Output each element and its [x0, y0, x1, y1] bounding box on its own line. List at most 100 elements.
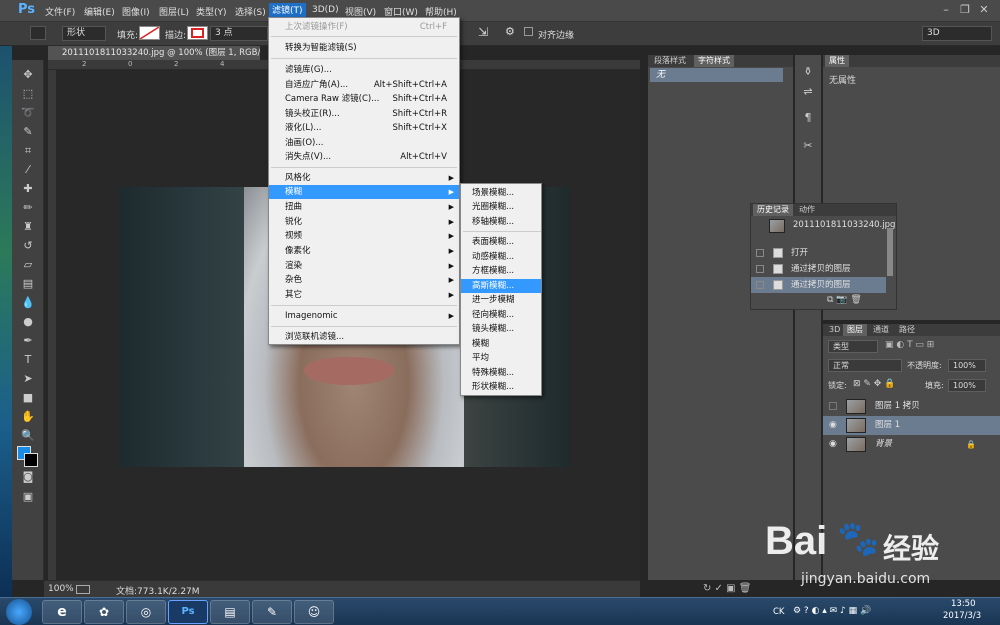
- tab-channels[interactable]: 通道: [869, 324, 893, 336]
- fill-swatch[interactable]: [139, 26, 160, 40]
- layer-row[interactable]: ◉ 背景 🔒: [823, 435, 1000, 454]
- fill-field[interactable]: 100%: [948, 379, 986, 392]
- menu-item-blur-more[interactable]: 进一步模糊: [461, 293, 541, 307]
- healing-brush-tool-icon[interactable]: ✚: [21, 182, 35, 196]
- menu-item-lens-correction[interactable]: 镜头校正(R)... Shift+Ctrl+R: [269, 107, 459, 121]
- menu-item-blur[interactable]: 模糊: [461, 337, 541, 351]
- menu-item-convert-smart-filter[interactable]: 转换为智能滤镜(S): [269, 41, 459, 55]
- path-select-tool-icon[interactable]: ➤: [21, 372, 35, 386]
- lock-icons[interactable]: ⊠ ✎ ✥ 🔒: [853, 379, 895, 389]
- hand-tool-icon[interactable]: ✋: [21, 410, 35, 424]
- document-tab[interactable]: 20111018110332​40.jpg @ 100% (图层 1, RGB/…: [48, 46, 260, 60]
- clone-stamp-tool-icon[interactable]: ♜: [21, 220, 35, 234]
- layer-filter-select[interactable]: 类型: [828, 340, 878, 353]
- menu-item-distort[interactable]: 扭曲 ▶: [269, 200, 459, 214]
- tab-layers[interactable]: 图层: [843, 324, 867, 336]
- history-checkbox[interactable]: [756, 265, 764, 273]
- menu-item-pixelate[interactable]: 像素化 ▶: [269, 244, 459, 258]
- menu-item-sharpen[interactable]: 锐化 ▶: [269, 215, 459, 229]
- filter-icons[interactable]: ▣ ◐ T ▭ ⊞: [885, 340, 934, 350]
- history-item[interactable]: 通过拷贝的图层: [751, 277, 886, 293]
- layer-row[interactable]: ◉ 图层 1: [823, 416, 1000, 435]
- photoshop-taskbar-button[interactable]: Ps: [168, 600, 208, 624]
- menu-file[interactable]: 文件(F): [45, 5, 75, 18]
- zoom-level[interactable]: 100%: [48, 584, 74, 594]
- menu-item-box-blur[interactable]: 方框模糊...: [461, 264, 541, 278]
- pen-tool-icon[interactable]: ✒: [21, 334, 35, 348]
- menu-item-shape-blur[interactable]: 形状模糊...: [461, 380, 541, 394]
- menu-item-render[interactable]: 渲染 ▶: [269, 259, 459, 273]
- menu-item-field-blur[interactable]: 场景模糊...: [461, 186, 541, 200]
- clock-time[interactable]: 13:50: [951, 599, 976, 609]
- shape-mode-select[interactable]: 形状: [62, 26, 106, 41]
- menu-item-tilt-shift[interactable]: 移轴模糊...: [461, 215, 541, 229]
- app-icon[interactable]: ✿: [84, 600, 124, 624]
- gradient-tool-icon[interactable]: ▤: [21, 277, 35, 291]
- app-icon[interactable]: ✎: [252, 600, 292, 624]
- workspace-select[interactable]: 3D: [922, 26, 992, 41]
- brush-preset-icon[interactable]: ⚱: [801, 65, 815, 79]
- paragraph-icon[interactable]: ¶: [801, 111, 815, 125]
- screen-mode-icon[interactable]: ▣: [21, 490, 35, 504]
- menu-item-stylize[interactable]: 风格化 ▶: [269, 171, 459, 185]
- tray-icons[interactable]: ⚙ ? ◐ ▴ ✉ ♪ ▦ 🔊: [793, 606, 871, 616]
- menu-edit[interactable]: 编辑(E): [84, 5, 115, 18]
- selected-style[interactable]: 无: [650, 68, 783, 82]
- crop-tool-icon[interactable]: ⌗: [21, 144, 35, 158]
- menu-item-oil-paint[interactable]: 油画(O)...: [269, 136, 459, 150]
- tab-properties[interactable]: 属性: [825, 55, 849, 67]
- menu-item-imagenomic[interactable]: Imagenomic ▶: [269, 309, 459, 323]
- tools-icon[interactable]: ✂: [801, 139, 815, 153]
- marquee-tool-icon[interactable]: ⬚: [21, 87, 35, 101]
- tab-history[interactable]: 历史记录: [753, 204, 793, 216]
- brush-tool-icon[interactable]: ✏: [21, 201, 35, 215]
- menu-select[interactable]: 选择(S): [235, 5, 266, 18]
- menu-item-vanishing-point[interactable]: 消失点(V)... Alt+Ctrl+V: [269, 150, 459, 164]
- menu-type[interactable]: 类型(Y): [196, 5, 227, 18]
- image-viewer-icon[interactable]: ☺: [294, 600, 334, 624]
- menu-item-iris-blur[interactable]: 光圈模糊...: [461, 200, 541, 214]
- menu-item-lens-blur[interactable]: 镜头模糊...: [461, 322, 541, 336]
- quick-mask-icon[interactable]: ◙: [21, 470, 35, 484]
- type-tool-icon[interactable]: T: [21, 353, 35, 367]
- stroke-swatch[interactable]: [187, 26, 208, 40]
- history-item[interactable]: 通过拷贝的图层: [751, 261, 886, 277]
- menu-item-noise[interactable]: 杂色 ▶: [269, 273, 459, 287]
- menu-image[interactable]: 图像(I): [122, 5, 150, 18]
- tab-actions[interactable]: 动作: [795, 204, 819, 216]
- rectangle-tool-icon[interactable]: ■: [21, 391, 35, 405]
- folder-icon[interactable]: ▤: [210, 600, 250, 624]
- eraser-tool-icon[interactable]: ▱: [21, 258, 35, 272]
- adjust-icon[interactable]: ⇌: [801, 85, 815, 99]
- minimize-icon[interactable]: –: [939, 3, 953, 17]
- blur-tool-icon[interactable]: 💧: [21, 296, 35, 310]
- zoom-tool-icon[interactable]: 🔍: [21, 429, 35, 443]
- menu-item-average[interactable]: 平均: [461, 351, 541, 365]
- opacity-field[interactable]: 100%: [948, 359, 986, 372]
- ie-icon[interactable]: e: [42, 600, 82, 624]
- start-button[interactable]: [6, 599, 32, 625]
- history-footer-icons[interactable]: ⧉ 📷 🗑: [827, 295, 862, 305]
- align-edges-checkbox[interactable]: [524, 27, 533, 36]
- history-item[interactable]: 打开: [751, 245, 886, 261]
- history-brush-tool-icon[interactable]: ↺: [21, 239, 35, 253]
- visibility-toggle[interactable]: [829, 402, 837, 410]
- restore-icon[interactable]: ❐: [958, 3, 972, 17]
- layer-row[interactable]: 图层 1 拷贝: [823, 397, 1000, 416]
- lasso-tool-icon[interactable]: ➰: [21, 106, 35, 120]
- tab-paragraph-styles[interactable]: 段落样式: [650, 55, 690, 67]
- menu-item-video[interactable]: 视频 ▶: [269, 229, 459, 243]
- eye-icon[interactable]: ◉: [829, 416, 837, 435]
- menu-item-liquify[interactable]: 液化(L)... Shift+Ctrl+X: [269, 121, 459, 135]
- tab-3d[interactable]: 3D: [825, 324, 844, 336]
- menu-3d[interactable]: 3D(D): [312, 5, 339, 15]
- blend-mode-select[interactable]: 正常: [828, 359, 902, 372]
- history-checkbox[interactable]: [756, 281, 764, 289]
- eyedropper-tool-icon[interactable]: ⁄: [21, 163, 35, 177]
- menu-item-surface-blur[interactable]: 表面模糊...: [461, 235, 541, 249]
- close-icon[interactable]: ✕: [977, 3, 991, 17]
- document-info[interactable]: 文档:773.1K/2.27M: [116, 584, 200, 597]
- tool-preset-icon[interactable]: [30, 26, 46, 40]
- background-color-swatch[interactable]: [24, 453, 38, 467]
- menu-layer[interactable]: 图层(L): [159, 5, 189, 18]
